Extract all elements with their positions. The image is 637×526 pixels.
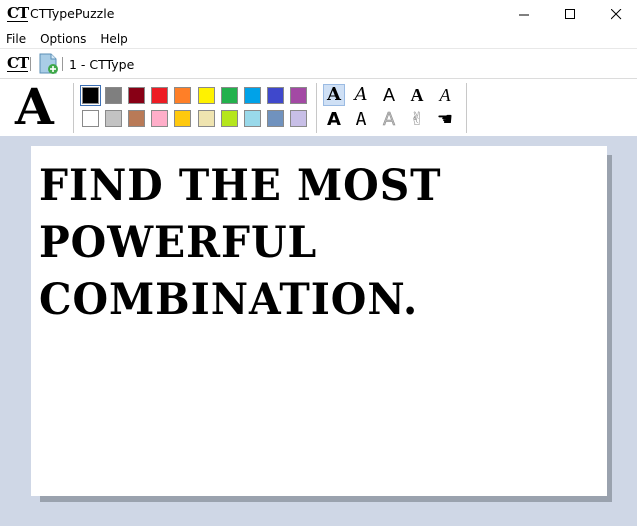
puzzle-line-1: FIND THE MOST <box>39 161 442 211</box>
color-swatch[interactable] <box>151 87 169 104</box>
divider <box>30 57 31 71</box>
title-bar: CT CTTypePuzzle <box>0 0 637 28</box>
font-mono-button[interactable]: A <box>350 109 372 131</box>
menu-help[interactable]: Help <box>93 30 134 48</box>
close-icon <box>610 8 621 19</box>
puzzle-line-2: POWERFUL <box>39 218 318 268</box>
color-swatch[interactable] <box>289 87 307 104</box>
color-swatch[interactable] <box>174 110 192 127</box>
font-symbol-button[interactable]: ✌ <box>406 109 428 131</box>
menu-bar: File Options Help <box>0 30 135 48</box>
ct-logo[interactable]: CT <box>7 55 29 72</box>
color-swatch[interactable] <box>151 110 169 127</box>
menu-file[interactable]: File <box>0 30 33 48</box>
divider <box>466 83 467 133</box>
new-document-icon[interactable] <box>38 53 60 79</box>
color-swatch[interactable] <box>80 85 101 106</box>
document-bar: CT 1 - CTType <box>0 50 637 78</box>
current-font-preview: A <box>15 77 54 136</box>
divider <box>62 57 63 71</box>
color-swatch[interactable] <box>128 87 146 104</box>
color-swatch[interactable] <box>105 110 123 127</box>
puzzle-page[interactable]: FIND THE MOST POWERFUL COMBINATION. <box>31 146 607 496</box>
color-swatch[interactable] <box>82 110 99 127</box>
color-swatch[interactable] <box>197 110 215 127</box>
color-swatch[interactable] <box>105 87 123 104</box>
font-gothic-button[interactable]: A <box>406 84 428 106</box>
close-button[interactable] <box>593 0 637 28</box>
color-swatch[interactable] <box>243 87 261 104</box>
font-stencil-button[interactable]: A <box>323 84 345 106</box>
font-outline-button[interactable]: A <box>378 109 400 131</box>
menu-options[interactable]: Options <box>33 30 93 48</box>
app-icon: CT <box>7 4 29 22</box>
document-tab[interactable]: 1 - CTType <box>69 57 134 72</box>
color-swatch[interactable] <box>128 110 146 127</box>
font-calligraphy-button[interactable]: A <box>434 84 456 106</box>
color-swatch[interactable] <box>220 110 238 127</box>
color-swatch[interactable] <box>197 87 215 104</box>
color-swatch[interactable] <box>289 110 307 127</box>
font-sans-button[interactable]: A <box>378 84 400 106</box>
maximize-icon <box>564 8 575 19</box>
window-title: CTTypePuzzle <box>30 6 115 21</box>
toolbar: A A A A A A A A A ✌ ☚ <box>0 79 637 136</box>
font-dingbat-button[interactable]: ☚ <box>434 109 456 131</box>
divider <box>0 48 637 49</box>
color-swatch[interactable] <box>266 110 284 127</box>
divider <box>316 83 317 133</box>
font-bold-button[interactable]: A <box>323 109 345 131</box>
color-swatch[interactable] <box>220 87 238 104</box>
minimize-icon <box>518 14 529 15</box>
maximize-button[interactable] <box>547 0 593 28</box>
color-swatch[interactable] <box>243 110 261 127</box>
color-swatch[interactable] <box>174 87 192 104</box>
minimize-button[interactable] <box>501 0 547 28</box>
puzzle-line-3: COMBINATION. <box>39 275 419 325</box>
divider <box>73 83 74 133</box>
font-script-button[interactable]: A <box>350 84 372 106</box>
color-swatch[interactable] <box>266 87 284 104</box>
